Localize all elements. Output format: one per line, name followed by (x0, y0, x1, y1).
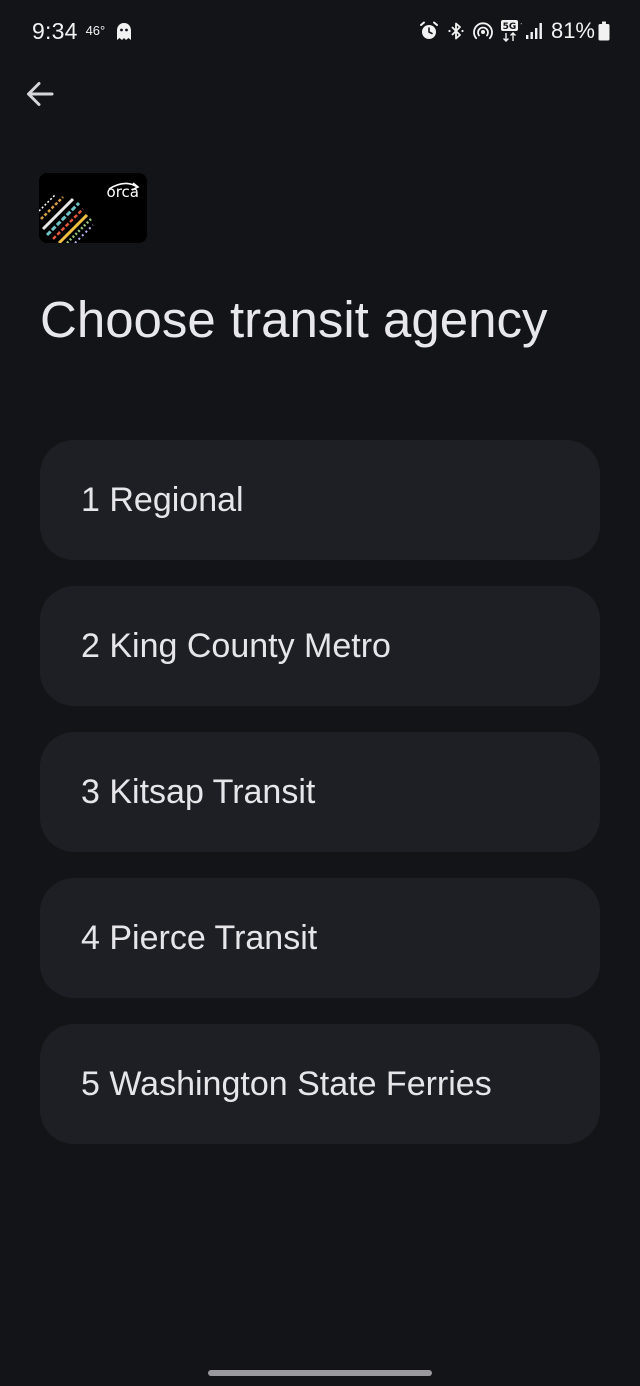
agency-option-label: 1 Regional (81, 480, 244, 519)
alarm-icon (419, 21, 438, 39)
agency-list: 1 Regional 2 King County Metro 3 Kitsap … (40, 440, 600, 1170)
status-bar-left: 9:34 46° (32, 18, 133, 45)
arrow-left-icon (27, 82, 54, 106)
agency-option-label: 5 Washington State Ferries (81, 1064, 492, 1103)
agency-option-label: 4 Pierce Transit (81, 918, 318, 957)
ghost-icon (117, 22, 132, 40)
page-title: Choose transit agency (40, 291, 548, 348)
agency-option-king-county-metro[interactable]: 2 King County Metro (40, 586, 600, 706)
agency-option-label: 3 Kitsap Transit (81, 772, 316, 811)
hotspot-icon (473, 22, 493, 40)
svg-text:5G: 5G (503, 22, 517, 32)
svg-text:+: + (520, 20, 522, 28)
agency-option-washington-state-ferries[interactable]: 5 Washington State Ferries (40, 1024, 600, 1144)
status-bar-right: 5G + 81% (413, 18, 610, 44)
agency-option-pierce-transit[interactable]: 4 Pierce Transit (40, 878, 600, 998)
orca-card-image: orca (39, 173, 147, 243)
status-temperature: 46° (85, 23, 106, 38)
agency-option-regional[interactable]: 1 Regional (40, 440, 600, 560)
agency-option-kitsap-transit[interactable]: 3 Kitsap Transit (40, 732, 600, 852)
status-time: 9:34 (32, 18, 78, 44)
back-button[interactable] (18, 72, 62, 116)
battery-percent: 81% (550, 18, 595, 43)
5g-icon: 5G + (500, 20, 522, 42)
orca-logo-text: orca (106, 183, 139, 201)
battery-icon (598, 21, 610, 41)
gesture-nav-handle[interactable] (208, 1370, 432, 1376)
agency-option-label: 2 King County Metro (81, 626, 391, 665)
bluetooth-icon (448, 22, 464, 40)
status-bar: 9:34 46° 5G + (0, 0, 640, 68)
signal-icon (525, 23, 542, 39)
